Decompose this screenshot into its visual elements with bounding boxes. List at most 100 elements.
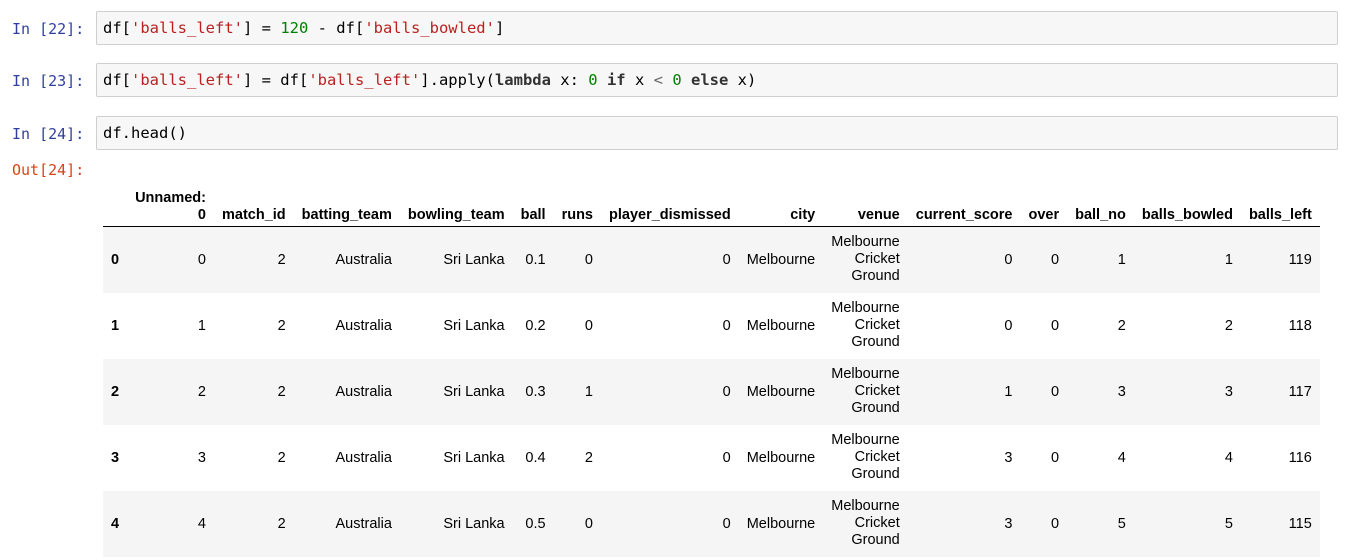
cell-batting-team: Australia: [335, 383, 392, 400]
venue-line: Melbourne: [831, 300, 900, 316]
venue-line: Melbourne: [831, 234, 900, 251]
cell-player-dismissed: 0: [722, 515, 731, 532]
row-index: 3: [111, 449, 120, 466]
cell-city: Melbourne: [746, 515, 816, 532]
cell-current-score: 0: [1004, 317, 1013, 334]
cell-ball-no: 2: [1117, 317, 1126, 334]
cell-unnamed: 2: [197, 383, 206, 400]
cell-over: 0: [1051, 251, 1060, 268]
cell-unnamed: 4: [197, 515, 206, 532]
cell-ball: 0.3: [525, 383, 546, 400]
cell-over: 0: [1051, 449, 1060, 466]
cell-runs: 1: [584, 383, 593, 400]
cell-venue: Melbourne Cricket Ground: [823, 425, 908, 491]
code-cell-23: In [23]: df['balls_left'] = df['balls_le…: [0, 62, 1352, 98]
code-cell-24: In [24]: df.head(): [0, 115, 1352, 151]
column-header: player_dismissed: [609, 207, 731, 223]
code-text: df['balls_left'] = df['balls_left'].appl…: [103, 71, 757, 89]
input-prompt: In [23]:: [12, 72, 85, 90]
cell-unnamed: 1: [197, 317, 206, 334]
venue-line: Ground: [851, 400, 900, 416]
venue-line: Melbourne: [831, 366, 900, 382]
cell-city: Melbourne: [746, 383, 816, 400]
cell-player-dismissed: 0: [722, 383, 731, 400]
cell-ball: 0.1: [525, 251, 546, 268]
venue-line: Cricket: [854, 515, 900, 531]
input-prompt: In [24]:: [12, 125, 85, 143]
cell-current-score: 3: [1004, 449, 1013, 466]
cell-city: Melbourne: [746, 317, 816, 334]
code-input[interactable]: df['balls_left'] = 120 - df['balls_bowle…: [96, 11, 1338, 45]
cell-balls-left: 118: [1288, 317, 1312, 334]
table-row: 1 1 2 Australia Sri Lanka 0.2 0 0 Melbourne Melbo…: [103, 293, 1320, 359]
venue-line: Melbourne: [831, 432, 900, 448]
input-prompt: In [22]:: [12, 20, 85, 38]
code-text: df.head(): [103, 124, 187, 142]
cell-unnamed: 3: [197, 449, 206, 466]
cell-balls-left: 119: [1288, 251, 1312, 268]
column-header: balls_left: [1248, 207, 1312, 223]
column-header: city: [790, 207, 816, 223]
cell-ball: 0.5: [525, 515, 546, 532]
cell-batting-team: Australia: [335, 251, 392, 268]
cell-bowling-team: Sri Lanka: [443, 317, 505, 334]
column-header: match_id: [221, 207, 286, 223]
venue-line: Cricket: [854, 383, 900, 399]
cell-runs: 0: [584, 317, 593, 334]
cell-match-id: 2: [277, 251, 286, 268]
cell-over: 0: [1051, 383, 1060, 400]
column-header: bowling_team: [407, 207, 505, 223]
index-header: [103, 180, 127, 227]
column-header: current_score: [915, 207, 1013, 223]
cell-runs: 2: [584, 449, 593, 466]
cell-ball: 0.4: [525, 449, 546, 466]
cell-current-score: 3: [1004, 515, 1013, 532]
row-index: 2: [111, 383, 120, 400]
cell-balls-left: 117: [1288, 383, 1312, 400]
code-input[interactable]: df.head(): [96, 116, 1338, 150]
cell-player-dismissed: 0: [722, 449, 731, 466]
cell-over: 0: [1051, 515, 1060, 532]
table-header-row: Unnamed: 0 match_id batting_team bowling_…: [103, 180, 1320, 227]
venue-line: Melbourne: [831, 498, 900, 514]
venue-line: Cricket: [854, 449, 900, 465]
column-header: over: [1028, 207, 1060, 223]
cell-batting-team: Australia: [335, 449, 392, 466]
column-header: ball_no: [1075, 207, 1126, 223]
cell-player-dismissed: 0: [722, 317, 731, 334]
table-row: 3 3 2 Australia Sri Lanka 0.4 2 0 Melbourne Melbo…: [103, 425, 1320, 491]
cell-balls-bowled: 4: [1224, 449, 1233, 466]
cell-bowling-team: Sri Lanka: [443, 449, 505, 466]
column-header: runs: [561, 207, 593, 223]
column-header: batting_team: [301, 207, 392, 223]
cell-balls-bowled: 2: [1224, 317, 1233, 334]
cell-bowling-team: Sri Lanka: [443, 383, 505, 400]
cell-balls-bowled: 1: [1224, 251, 1233, 268]
dataframe-table: Unnamed: 0 match_id batting_team bowling_…: [103, 180, 1320, 557]
cell-match-id: 2: [277, 317, 286, 334]
venue-line: Ground: [851, 532, 900, 548]
cell-batting-team: Australia: [335, 317, 392, 334]
table-row: 4 4 2 Australia Sri Lanka 0.5 0 0 Melbourne Melbo…: [103, 490, 1320, 557]
code-text: df['balls_left'] = 120 - df['balls_bowle…: [103, 19, 505, 37]
cell-ball-no: 4: [1117, 449, 1126, 466]
cell-ball-no: 1: [1117, 251, 1126, 268]
cell-venue: Melbourne Cricket Ground: [823, 359, 908, 425]
cell-venue: Melbourne Cricket Ground: [823, 227, 908, 293]
cell-over: 0: [1051, 317, 1060, 334]
cell-balls-bowled: 3: [1224, 383, 1233, 400]
cell-match-id: 2: [277, 449, 286, 466]
venue-line: Cricket: [854, 317, 900, 333]
row-index: 0: [111, 251, 120, 268]
cell-bowling-team: Sri Lanka: [443, 515, 505, 532]
row-index: 4: [111, 515, 120, 532]
venue-line: Ground: [851, 466, 900, 482]
row-index: 1: [111, 317, 120, 334]
code-input[interactable]: df['balls_left'] = df['balls_left'].appl…: [96, 63, 1338, 97]
cell-match-id: 2: [277, 515, 286, 532]
cell-unnamed: 0: [197, 251, 206, 268]
column-header: balls_bowled: [1141, 207, 1233, 223]
cell-ball-no: 5: [1117, 515, 1126, 532]
cell-venue: Melbourne Cricket Ground: [823, 491, 908, 557]
table-body: 0 0 2 Australia Sri Lanka 0.1 0 0 Melbourne Melbo…: [103, 226, 1320, 557]
